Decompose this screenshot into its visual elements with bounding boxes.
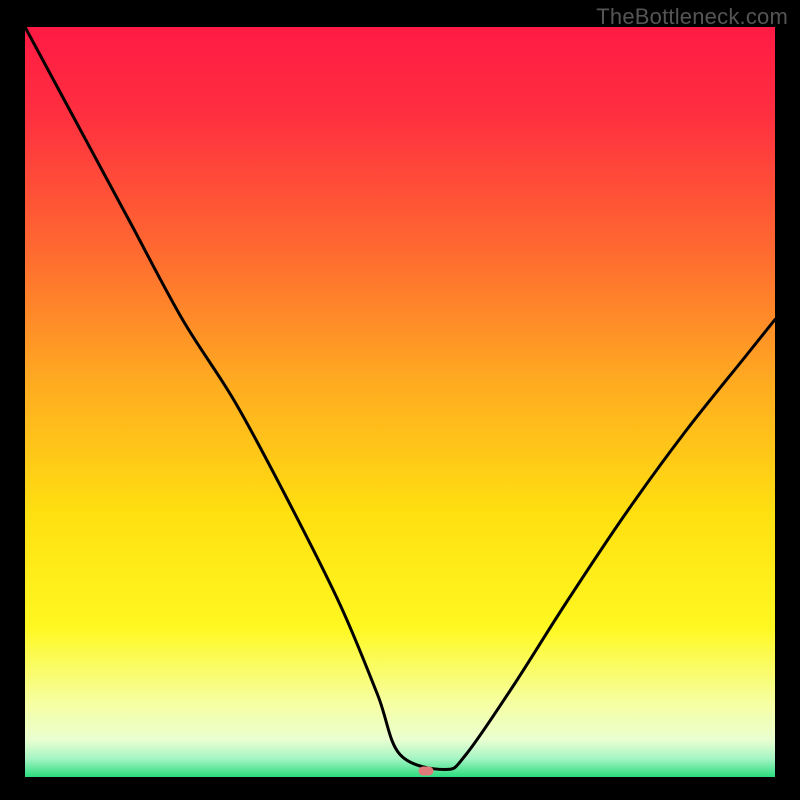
minimum-marker (419, 767, 434, 776)
chart-container: TheBottleneck.com (0, 0, 800, 800)
watermark-text: TheBottleneck.com (596, 4, 788, 30)
plot-area (25, 27, 775, 777)
bottleneck-curve (25, 27, 775, 777)
